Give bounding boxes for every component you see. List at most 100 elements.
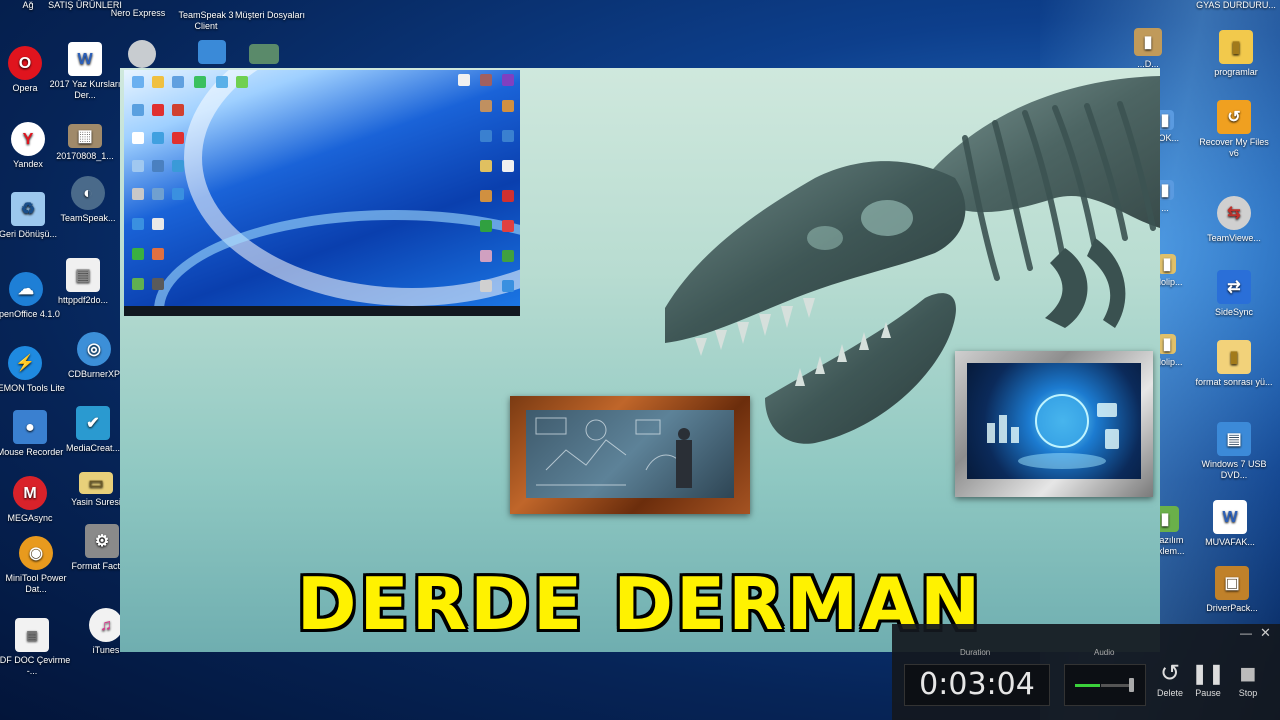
html-file-icon: ▤ xyxy=(15,618,49,652)
mini-icon xyxy=(152,76,164,88)
mini-taskbar xyxy=(124,306,520,316)
desktop-icon-recover-my-files[interactable]: ↺ Recover My Files v6 xyxy=(1194,100,1274,159)
desktop-icon-label: Müşteri Dosyaları xyxy=(234,10,306,20)
desktop-icon-partial[interactable]: ▮ ...D... xyxy=(1118,28,1178,70)
globe-technology-image xyxy=(967,363,1141,479)
stop-icon: ■ xyxy=(1239,658,1257,689)
word-document-icon: W xyxy=(1213,500,1247,534)
mini-icon xyxy=(152,248,164,260)
minitool-icon: ◉ xyxy=(19,536,53,570)
mini-icon xyxy=(480,190,492,202)
mini-icon xyxy=(480,130,492,142)
screen-recorder-panel: — ✕ Duration 0:03:04 Audio ↺ Delete ❚❚ P… xyxy=(892,624,1280,720)
photo-icon: ▦ xyxy=(68,124,102,148)
mini-icon xyxy=(458,74,470,86)
mini-icon xyxy=(480,160,492,172)
minimize-icon[interactable]: — xyxy=(1240,626,1252,640)
megasync-icon: M xyxy=(13,476,47,510)
technology-picture-frame xyxy=(955,351,1153,497)
opera-icon: O xyxy=(8,46,42,80)
desktop-icon-label: MEGAsync xyxy=(7,513,53,523)
format-factory-icon: ⚙ xyxy=(85,524,119,558)
windows-usb-icon: ▤ xyxy=(1217,422,1251,456)
desktop-icon-text-file[interactable]: ▤ httppdf2do... xyxy=(43,258,123,306)
folder-icon: ▮ xyxy=(1158,254,1176,274)
desktop-icon-muvafak[interactable]: W MUVAFAK... xyxy=(1190,500,1270,548)
desktop-screenshot-thumbnail xyxy=(124,70,520,316)
delete-label: Delete xyxy=(1156,688,1183,698)
mini-icon xyxy=(172,76,184,88)
sidesync-icon: ⇄ xyxy=(1217,270,1251,304)
desktop-icon-label: TeamSpeak... xyxy=(60,213,116,223)
desktop-icon-label: OpenOffice 4.1.0 xyxy=(0,309,60,319)
desktop-icon-label: Recover My Files v6 xyxy=(1199,137,1269,158)
cdburnerxp-icon: ◎ xyxy=(77,332,111,366)
desktop-icon-programlar[interactable]: ▮ programlar xyxy=(1196,30,1276,78)
business-diagram-picture-frame xyxy=(510,396,750,514)
desktop-icon-sidesync[interactable]: ⇄ SideSync xyxy=(1194,270,1274,318)
desktop-icon-format-sonrasi[interactable]: ▮ format sonrası yü... xyxy=(1194,340,1274,388)
mini-icon xyxy=(132,248,144,260)
disc-icon xyxy=(128,40,156,68)
desktop-icon-label: TeamViewe... xyxy=(1207,233,1261,243)
desktop-icon-photo[interactable]: ▦ 20170808_1... xyxy=(45,124,125,162)
desktop-icon-label: SideSync xyxy=(1214,307,1254,317)
mini-icon xyxy=(172,188,184,200)
daemon-tools-icon: ⚡ xyxy=(8,346,42,380)
mini-icon xyxy=(502,130,514,142)
yandex-icon: Y xyxy=(11,122,45,156)
recycle-bin-icon: ♻ xyxy=(11,192,45,226)
duration-display: 0:03:04 xyxy=(904,664,1050,706)
itunes-icon: ♫ xyxy=(89,608,123,642)
audio-level-bar xyxy=(1075,684,1100,687)
mini-icon xyxy=(132,160,144,172)
desktop-icon-teamviewer[interactable]: ⇆ TeamViewe... xyxy=(1194,196,1274,244)
mini-icon xyxy=(480,250,492,262)
recover-my-files-icon: ↺ xyxy=(1217,100,1251,134)
pause-button[interactable]: ❚❚ Pause xyxy=(1190,660,1226,698)
desktop-icon-label: GYAS DURDURU... xyxy=(1196,0,1276,10)
desktop-icon-label: Geri Dönüşü... xyxy=(0,229,58,239)
mini-icon xyxy=(132,132,144,144)
desktop-icon-musteri[interactable]: Müşteri Dosyaları xyxy=(230,2,310,21)
mini-icon xyxy=(194,76,206,88)
word-document-icon: W xyxy=(68,42,102,76)
pause-icon: ❚❚ xyxy=(1191,663,1225,685)
stop-button[interactable]: ■ Stop xyxy=(1230,658,1266,699)
desktop-icon-label: MUVAFAK... xyxy=(1205,537,1255,547)
folder-icon: ▮ xyxy=(1217,340,1251,374)
mini-icon xyxy=(132,278,144,290)
video-window[interactable]: DERDE DERMAN xyxy=(120,68,1160,652)
desktop-icon-driverpack[interactable]: ▣ DriverPack... xyxy=(1192,566,1272,614)
mini-icon xyxy=(152,132,164,144)
mini-icon xyxy=(172,132,184,144)
mini-icon xyxy=(152,104,164,116)
desktop-icon-gyas[interactable]: GYAS DURDURU... xyxy=(1196,0,1276,11)
driverpack-icon: ▣ xyxy=(1215,566,1249,600)
media-creation-icon: ✔ xyxy=(76,406,110,440)
audio-level-slider[interactable] xyxy=(1064,664,1146,706)
mini-icon xyxy=(502,100,514,112)
delete-button[interactable]: ↺ Delete xyxy=(1152,660,1188,698)
mini-icon xyxy=(132,218,144,230)
mini-icon xyxy=(480,220,492,232)
chalkboard-image xyxy=(526,410,734,498)
mini-icon xyxy=(216,76,228,88)
desktop-icon-pdf-doc[interactable]: ▤ PDF DOC Çevirme -... xyxy=(0,618,72,677)
desktop-icon-label: httppdf2do... xyxy=(57,295,109,305)
mini-icon xyxy=(502,220,514,232)
mini-icon xyxy=(172,104,184,116)
desktop-icon-teamspeak[interactable]: ◐ TeamSpeak... xyxy=(48,176,128,224)
mini-icon xyxy=(152,278,164,290)
audio-label: Audio xyxy=(1094,648,1115,657)
mini-icon xyxy=(152,218,164,230)
desktop-icon-disc[interactable] xyxy=(102,40,182,71)
close-icon[interactable]: ✕ xyxy=(1260,625,1271,641)
folder-icon: ▮ xyxy=(1158,334,1176,354)
audio-level-track xyxy=(1101,684,1131,687)
audio-slider-handle[interactable] xyxy=(1129,678,1134,692)
desktop-icon-windows-usb[interactable]: ▤ Windows 7 USB DVD... xyxy=(1194,422,1274,481)
desktop-icon-image[interactable] xyxy=(224,44,304,67)
mini-icon xyxy=(132,188,144,200)
desktop-icon-label: 2017 Yaz Kursları Der... xyxy=(49,79,121,100)
